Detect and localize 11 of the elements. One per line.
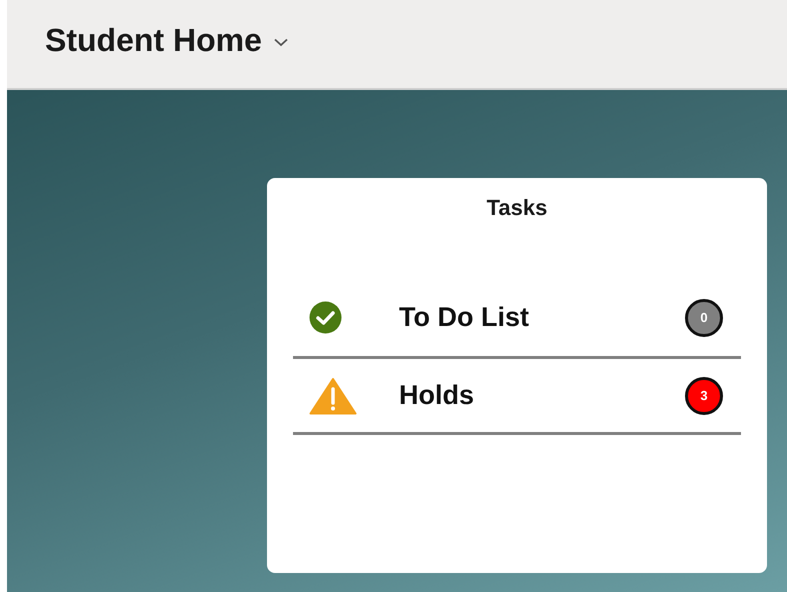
task-label: To Do List — [399, 302, 530, 333]
caret-icon — [274, 38, 288, 46]
task-label: Holds — [399, 380, 476, 411]
page-title-dropdown[interactable]: Student Home — [45, 22, 288, 58]
count-badge: 3 — [685, 376, 723, 414]
task-row[interactable]: Holds 3 — [293, 359, 741, 435]
card-title: Tasks — [486, 195, 548, 221]
task-row[interactable]: To Do List 0 — [293, 279, 741, 359]
count-badge: 0 — [685, 298, 723, 336]
warning-icon — [309, 376, 357, 414]
check-circle-icon — [309, 301, 342, 334]
